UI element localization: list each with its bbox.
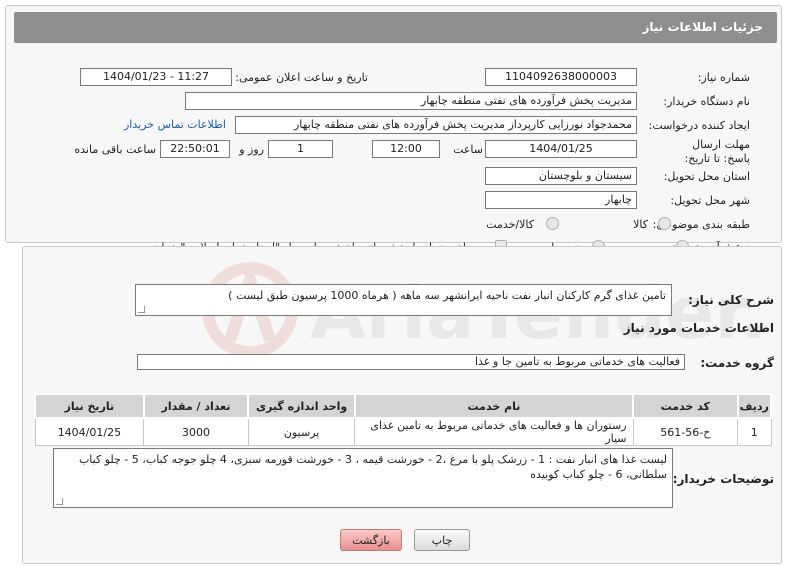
- province-label: استان محل تحویل:: [663, 170, 750, 183]
- city-label: شهر محل تحویل:: [670, 194, 750, 207]
- buyer-notes-label: توضیحات خریدار:: [672, 472, 774, 486]
- table-row: 1 خ-56-561 رستوران ها و فعالیت های خدمات…: [34, 417, 772, 446]
- col-unit-header: واحد اندازه گیری: [247, 393, 356, 419]
- buyer-notes-text: لیست غذا های انبار نفت : 1 - زرشک پلو با…: [78, 453, 667, 481]
- resize-handle[interactable]: [56, 498, 63, 505]
- resize-handle[interactable]: [138, 306, 145, 313]
- deadline-date-field[interactable]: 1404/01/25: [485, 140, 637, 158]
- announce-label: تاریخ و ساعت اعلان عمومی:: [235, 71, 368, 84]
- col-qty-header: تعداد / مقدار: [142, 393, 250, 419]
- remaining-time-field[interactable]: 22:50:01: [160, 140, 230, 158]
- time-label: ساعت: [453, 143, 483, 156]
- cell-date: 1404/01/25: [34, 417, 145, 446]
- summary-label: شرح کلی نیاز:: [688, 293, 774, 307]
- summary-text: تامین غذای گرم کارکنان انبار نفت ناحیه ا…: [228, 289, 666, 302]
- col-row-header: ردیف: [736, 393, 773, 419]
- category-option-goods: کالا: [633, 218, 648, 231]
- table-header-row: ردیف کد خدمت نام خدمت واحد اندازه گیری ت…: [34, 393, 773, 419]
- city-field[interactable]: چابهار: [485, 191, 637, 209]
- category-radio-goods[interactable]: [658, 217, 671, 230]
- summary-textarea[interactable]: تامین غذای گرم کارکنان انبار نفت ناحیه ا…: [135, 284, 672, 316]
- deadline-time-field[interactable]: 12:00: [372, 140, 440, 158]
- days-count-field[interactable]: 1: [268, 140, 333, 158]
- need-number-field[interactable]: 1104092638000003: [485, 68, 637, 86]
- buyer-org-field[interactable]: مدیریت پخش فرآورده های نفتی منطقه چابهار: [185, 92, 637, 110]
- cell-row: 1: [737, 417, 772, 446]
- cell-name: رستوران ها و فعالیت های خدماتی مربوط به …: [354, 417, 634, 446]
- col-name-header: نام خدمت: [353, 393, 635, 419]
- days-label: روز و: [239, 143, 264, 156]
- panel-header: جزئیات اطلاعات نیاز: [14, 12, 777, 43]
- creator-field[interactable]: محمدجواد نورزایی کارپرداز مدیریت پخش فرآ…: [235, 116, 637, 134]
- cell-code: خ-56-561: [632, 417, 739, 446]
- remaining-label: ساعت باقی مانده: [74, 143, 156, 156]
- cell-qty: 3000: [143, 417, 249, 446]
- creator-label: ایجاد کننده درخواست:: [648, 119, 750, 132]
- province-field[interactable]: سیستان و بلوچستان: [485, 167, 637, 185]
- buyer-notes-textarea[interactable]: لیست غذا های انبار نفت : 1 - زرشک پلو با…: [53, 448, 673, 508]
- need-number-label: شماره نیاز:: [697, 71, 750, 84]
- services-table: ردیف کد خدمت نام خدمت واحد اندازه گیری ت…: [34, 393, 773, 446]
- services-title: اطلاعات خدمات مورد نیاز: [623, 321, 774, 335]
- print-button[interactable]: چاپ: [414, 529, 470, 551]
- service-group-label: گروه خدمت:: [700, 356, 774, 370]
- buyer-org-label: نام دستگاه خریدار:: [663, 95, 750, 108]
- service-group-field[interactable]: فعالیت های خدماتی مربوط به تامین جا و غذ…: [137, 354, 685, 370]
- deadline-label: مهلت ارسال پاسخ: تا تاریخ:: [684, 138, 750, 165]
- cell-unit: پرسیون: [247, 417, 356, 446]
- col-date-header: تاریخ نیاز: [34, 393, 145, 419]
- back-button[interactable]: بازگشت: [340, 529, 402, 551]
- announce-datetime-field[interactable]: 1404/01/23 - 11:27: [80, 68, 232, 86]
- category-option-goods-service: کالا/خدمت: [486, 218, 534, 231]
- category-radio-goods-service[interactable]: [546, 217, 559, 230]
- buyer-contact-link[interactable]: اطلاعات تماس خریدار: [124, 118, 226, 131]
- col-code-header: کد خدمت: [632, 393, 739, 419]
